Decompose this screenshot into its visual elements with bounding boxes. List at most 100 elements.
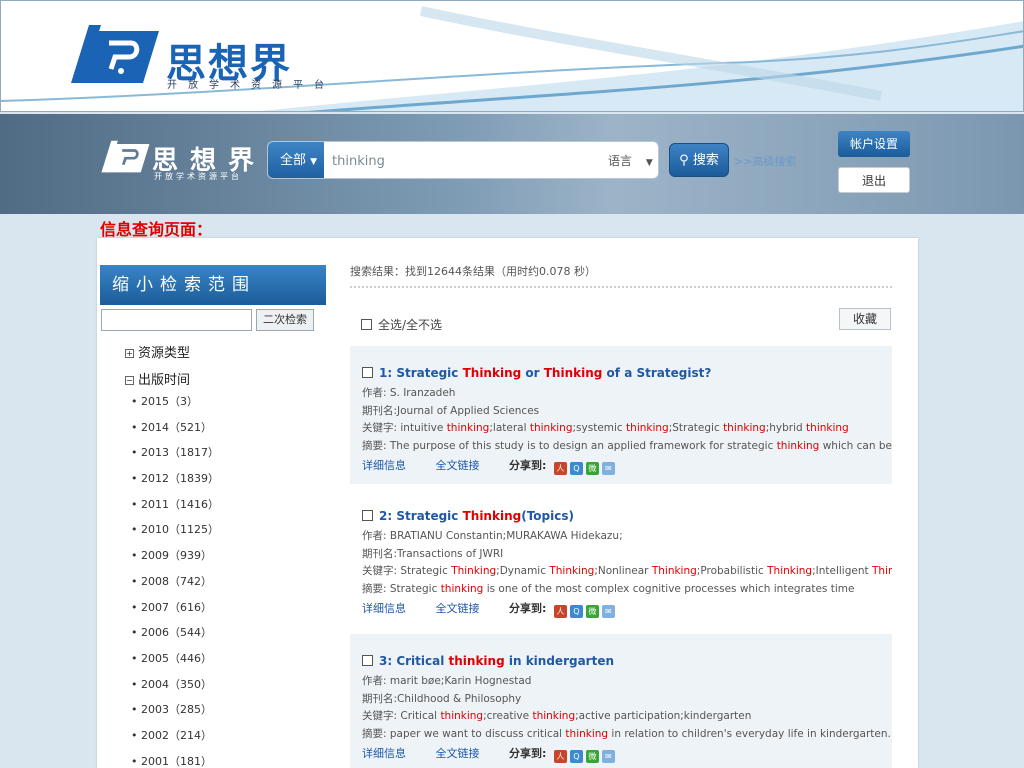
year-filter-item[interactable]: • 2008（742） <box>131 573 219 599</box>
share-label: 分享到: <box>509 602 547 615</box>
header-logo-icon[interactable] <box>96 136 156 176</box>
year-filter-item[interactable]: • 2005（446） <box>131 650 219 676</box>
email-icon[interactable]: ✉ <box>601 462 615 475</box>
detail-link[interactable]: 详细信息 <box>362 457 406 473</box>
text-segment: ;Nonlinear <box>594 565 652 577</box>
qzone-icon[interactable]: Q <box>569 605 583 618</box>
year-filter-label: 2001（181） <box>141 754 212 768</box>
result-checkbox[interactable] <box>362 655 373 666</box>
result-card: 3: Critical thinking in kindergarten 作者:… <box>350 634 892 768</box>
result-checkbox[interactable] <box>362 367 373 378</box>
language-select[interactable]: 语言 ▼ <box>608 142 653 178</box>
detail-link[interactable]: 详细信息 <box>362 600 406 616</box>
text-segment: ;hybrid <box>765 422 807 434</box>
fulltext-link[interactable]: 全文链接 <box>436 457 480 473</box>
facet-resource-type[interactable]: + 资源类型 <box>125 342 190 361</box>
year-filter-label: 2011（1416） <box>141 497 219 511</box>
text-segment: 摘要: The purpose of this study is to desi… <box>362 439 777 452</box>
result-summary: 搜索结果：找到12644条结果（用时约0.078 秒） <box>350 265 596 278</box>
year-filter-item[interactable]: • 2009（939） <box>131 547 219 573</box>
text-segment: is one of the most complex cognitive pro… <box>483 582 855 595</box>
result-title[interactable]: 3: Critical thinking in kindergarten <box>362 654 892 673</box>
result-author: 作者: marit bøe;Karin Hognestad <box>362 675 532 687</box>
renren-icon[interactable]: 人 <box>553 462 567 475</box>
year-filter-label: 2009（939） <box>141 549 212 563</box>
refine-search-input[interactable] <box>101 309 252 331</box>
year-filter-label: 2007（616） <box>141 600 212 614</box>
fulltext-link[interactable]: 全文链接 <box>436 600 480 616</box>
highlight-term: thinking <box>440 582 484 595</box>
refine-panel-title: 缩小检索范围 <box>100 265 326 305</box>
scope-label: 全部 <box>280 153 307 168</box>
result-author: 作者: BRATIANU Constantin;MURAKAWA Hidekaz… <box>362 530 623 542</box>
account-settings-button[interactable]: 帐户设置 <box>838 131 910 157</box>
select-all-checkbox[interactable]: 全选/全不选 <box>361 316 442 333</box>
year-filter-item[interactable]: • 2002（214） <box>131 727 219 753</box>
year-filter-label: 2004（350） <box>141 677 212 691</box>
collapse-icon: − <box>125 376 134 385</box>
collect-button[interactable]: 收藏 <box>839 308 891 330</box>
text-segment: 1: Strategic <box>379 366 463 380</box>
text-segment: ;lateral <box>489 422 530 434</box>
divider <box>350 286 892 288</box>
year-filter-item[interactable]: • 2003（285） <box>131 701 219 727</box>
result-title[interactable]: 1: Strategic Thinking or Thinking of a S… <box>362 366 892 385</box>
year-filter-item[interactable]: • 2013（1817） <box>131 444 219 470</box>
year-filter-label: 2006（544） <box>141 626 212 640</box>
text-segment: 3: Critical <box>379 654 449 668</box>
logout-button[interactable]: 退出 <box>838 167 910 193</box>
chevron-down-icon: ▼ <box>310 157 318 167</box>
year-filter-item[interactable]: • 2015（3） <box>131 393 219 419</box>
facet-publish-time[interactable]: − 出版时间 <box>125 369 190 388</box>
year-filter-item[interactable]: • 2004（350） <box>131 676 219 702</box>
detail-link[interactable]: 详细信息 <box>362 745 406 761</box>
highlight-term: thinking <box>446 422 490 434</box>
highlight-term: thinking <box>529 422 573 434</box>
second-search-button[interactable]: 二次检索 <box>256 309 314 331</box>
facet-label: 出版时间 <box>138 373 191 388</box>
email-icon[interactable]: ✉ <box>601 605 615 618</box>
year-filter-item[interactable]: • 2012（1839） <box>131 470 219 496</box>
year-filter-item[interactable]: • 2007（616） <box>131 599 219 625</box>
advanced-search-link[interactable]: >>高级搜索 <box>734 153 796 169</box>
year-filter-label: 2015（3） <box>141 395 198 408</box>
year-filter-item[interactable]: • 2010（1125） <box>131 521 219 547</box>
highlight-term: Thinking <box>462 509 522 523</box>
highlight-term: thinking <box>723 422 766 434</box>
fulltext-link[interactable]: 全文链接 <box>436 745 480 761</box>
year-filter-item[interactable]: • 2014（521） <box>131 419 219 445</box>
result-checkbox[interactable] <box>362 510 373 521</box>
result-abstract: 摘要: Strategic thinking is one of the mos… <box>362 581 892 599</box>
year-filter-item[interactable]: • 2001（181） <box>131 753 219 768</box>
year-filter-label: 2014（521） <box>141 420 212 434</box>
result-title[interactable]: 2: Strategic Thinking(Topics) <box>362 509 892 528</box>
renren-icon[interactable]: 人 <box>553 750 567 763</box>
text-segment: ;systemic <box>572 422 627 434</box>
wechat-icon[interactable]: 微 <box>585 750 599 763</box>
highlight-term: Thinking <box>651 565 697 577</box>
year-filter-item[interactable]: • 2011（1416） <box>131 496 219 522</box>
scope-dropdown[interactable]: 全部 ▼ <box>268 142 324 178</box>
highlight-term: Thinking <box>549 565 595 577</box>
highlight-term: thinking <box>532 710 576 722</box>
result-abstract: 摘要: The purpose of this study is to desi… <box>362 438 892 456</box>
search-input[interactable] <box>332 151 592 171</box>
highlight-term: thinking <box>626 422 669 434</box>
wechat-icon[interactable]: 微 <box>585 462 599 475</box>
email-icon[interactable]: ✉ <box>601 750 615 763</box>
year-filter-item[interactable]: • 2006（544） <box>131 624 219 650</box>
wechat-icon[interactable]: 微 <box>585 605 599 618</box>
search-button-label: 搜索 <box>692 153 719 168</box>
year-filter-label: 2003（285） <box>141 703 212 717</box>
search-bar: 全部 ▼ 语言 ▼ <box>267 141 659 179</box>
text-segment: in kindergarten <box>504 654 615 668</box>
result-card: 2: Strategic Thinking(Topics) 作者: BRATIA… <box>350 489 892 627</box>
chevron-down-icon: ▼ <box>645 158 653 168</box>
search-button[interactable]: ⚲ 搜索 <box>669 143 729 177</box>
qzone-icon[interactable]: Q <box>569 750 583 763</box>
highlight-term: thinking <box>776 439 820 452</box>
qzone-icon[interactable]: Q <box>569 462 583 475</box>
year-filter-label: 2013（1817） <box>141 446 219 460</box>
facet-label: 资源类型 <box>138 346 191 361</box>
renren-icon[interactable]: 人 <box>553 605 567 618</box>
